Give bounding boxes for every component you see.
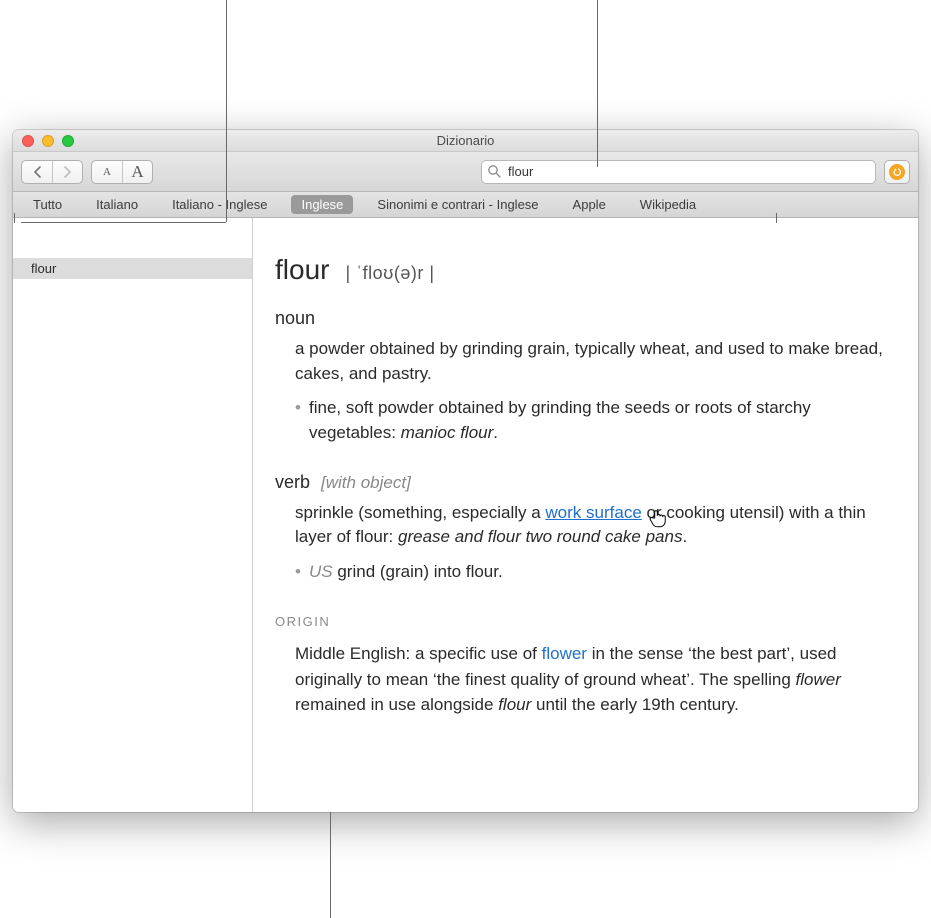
headword: flour bbox=[275, 254, 329, 286]
result-item[interactable]: flour bbox=[13, 258, 252, 279]
search-field-wrap bbox=[481, 160, 876, 184]
search-input[interactable] bbox=[481, 160, 876, 184]
dictionary-window: Dizionario A A Tutto I bbox=[13, 130, 918, 812]
search-icon bbox=[487, 164, 501, 183]
traffic-lights bbox=[13, 135, 74, 147]
origin-pre: Middle English: a specific use of bbox=[295, 644, 542, 663]
xref-work-surface[interactable]: work surface bbox=[545, 503, 641, 522]
source-tab-wikipedia[interactable]: Wikipedia bbox=[630, 195, 706, 214]
toolbar: A A bbox=[13, 152, 918, 192]
origin-post: until the early 19th century. bbox=[531, 695, 739, 714]
callout-line-top-left-h bbox=[21, 222, 226, 223]
pos-noun: noun bbox=[275, 308, 888, 329]
zoom-button[interactable] bbox=[62, 135, 74, 147]
callout-line-sources-bracket-top2 bbox=[776, 213, 777, 223]
fontsize-segment: A A bbox=[91, 160, 153, 184]
snapback-icon bbox=[889, 164, 905, 180]
origin-text: Middle English: a specific use of flower… bbox=[275, 641, 888, 718]
source-tab-thesaurus[interactable]: Sinonimi e contrari - Inglese bbox=[367, 195, 548, 214]
noun-sub-example: manioc flour bbox=[401, 423, 494, 442]
results-sidebar: flour bbox=[13, 218, 253, 812]
verb-def-pre: sprinkle (something, especially a bbox=[295, 503, 545, 522]
definition-pane: flour | ˈfloʊ(ə)r | noun a powder obtain… bbox=[253, 218, 918, 812]
back-button[interactable] bbox=[22, 161, 52, 183]
forward-button[interactable] bbox=[52, 161, 82, 183]
origin-mid2: remained in use alongside bbox=[295, 695, 498, 714]
window-title: Dizionario bbox=[13, 133, 918, 148]
verb-example: grease and flour two round cake pans bbox=[398, 527, 682, 546]
minimize-button[interactable] bbox=[42, 135, 54, 147]
fontsize-increase-button[interactable]: A bbox=[122, 161, 152, 183]
callout-line-sources-bracket-top bbox=[14, 213, 15, 223]
xref-flower[interactable]: flower bbox=[542, 644, 587, 663]
callout-line-top-left bbox=[226, 0, 227, 222]
verb-sense: sprinkle (something, especially a work s… bbox=[275, 501, 888, 585]
verb-subsense: US grind (grain) into flour. bbox=[295, 560, 888, 585]
origin-heading: ORIGIN bbox=[275, 614, 888, 629]
origin-it1: flower bbox=[796, 670, 841, 689]
verb-region: US bbox=[309, 562, 333, 581]
source-tab-italiano[interactable]: Italiano bbox=[86, 195, 148, 214]
verb-sub-text: grind (grain) into flour. bbox=[333, 562, 503, 581]
verb-grammar: [with object] bbox=[321, 473, 411, 492]
chevron-right-icon bbox=[63, 166, 72, 178]
nav-segment bbox=[21, 160, 83, 184]
chevron-left-icon bbox=[33, 166, 42, 178]
pos-verb-label: verb bbox=[275, 472, 310, 492]
close-button[interactable] bbox=[22, 135, 34, 147]
noun-definition: a powder obtained by grinding grain, typ… bbox=[295, 339, 883, 383]
noun-subsense: fine, soft powder obtained by grinding t… bbox=[295, 396, 888, 445]
source-tabs: Tutto Italiano Italiano - Inglese Ingles… bbox=[13, 192, 918, 218]
callout-line-top-right bbox=[597, 0, 598, 167]
snapback-button[interactable] bbox=[884, 160, 910, 184]
noun-sense: a powder obtained by grinding grain, typ… bbox=[275, 337, 888, 446]
source-tab-apple[interactable]: Apple bbox=[563, 195, 616, 214]
origin-it2: flour bbox=[498, 695, 531, 714]
source-tab-tutto[interactable]: Tutto bbox=[23, 195, 72, 214]
noun-sub-post: . bbox=[493, 423, 498, 442]
content-body: flour flour | ˈfloʊ(ə)r | noun a powder … bbox=[13, 218, 918, 812]
source-tab-it-en[interactable]: Italiano - Inglese bbox=[162, 195, 277, 214]
fontsize-decrease-button[interactable]: A bbox=[92, 161, 122, 183]
verb-def-post: . bbox=[682, 527, 687, 546]
source-tab-inglese[interactable]: Inglese bbox=[291, 195, 353, 214]
titlebar: Dizionario bbox=[13, 130, 918, 152]
pronunciation: | ˈfloʊ(ə)r | bbox=[345, 263, 434, 284]
pos-verb: verb [with object] bbox=[275, 472, 888, 493]
callout-line-bottom bbox=[330, 812, 331, 918]
noun-sub-pre: fine, soft powder obtained by grinding t… bbox=[309, 398, 811, 442]
